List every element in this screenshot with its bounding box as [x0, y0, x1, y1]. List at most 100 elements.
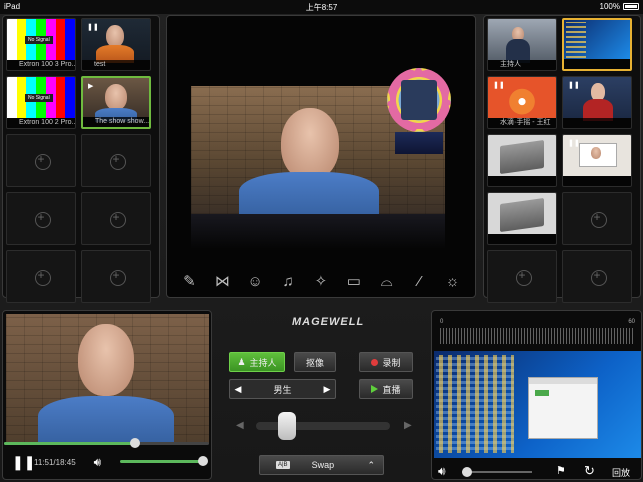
brand-logo: MAGEWELL	[292, 316, 365, 328]
battery-percent: 100%	[599, 2, 620, 11]
status-right: 100%	[600, 2, 639, 11]
pause-icon[interactable]: ❚❚	[568, 81, 580, 89]
effects-toolbar: ✎ ⋈ ☺ ♫ ✧ ▭ ⌓ ⁄ ☼	[167, 267, 475, 297]
hat-icon[interactable]: ⌓	[377, 272, 397, 292]
brush-icon[interactable]: ✎	[179, 272, 199, 292]
add-source-slot[interactable]	[562, 192, 632, 245]
status-bar: iPad 上午8:57 100%	[0, 0, 643, 14]
volume-icon[interactable]: 🔊︎	[438, 464, 446, 479]
timeline-ruler[interactable]: 0 60	[440, 319, 635, 349]
add-source-slot[interactable]	[6, 250, 76, 303]
add-source-slot[interactable]	[81, 192, 151, 245]
play-icon[interactable]: ▶	[88, 82, 93, 90]
wand-icon[interactable]: ⁄	[410, 272, 430, 292]
playback-time: 11:51/18:45	[34, 457, 76, 467]
desktop-icons	[436, 355, 514, 453]
source-label	[563, 118, 631, 128]
source-tile[interactable]: 主持人	[487, 18, 557, 71]
source-tile[interactable]: ❚❚	[562, 76, 632, 129]
music-icon[interactable]: ♫	[278, 272, 298, 292]
person-face	[105, 84, 127, 110]
brightness-icon[interactable]: ☼	[442, 272, 462, 292]
pause-icon[interactable]: ❚❚	[12, 454, 35, 471]
flag-icon[interactable]: ⚑	[556, 464, 566, 477]
volume-handle[interactable]	[198, 456, 209, 466]
no-signal-label: No Signal	[25, 36, 53, 44]
swap-button[interactable]: A|B Swap ⌃	[259, 455, 384, 475]
volume-icon[interactable]: 🔊︎	[94, 455, 102, 470]
pause-icon[interactable]: ❚❚	[493, 81, 505, 89]
source-label: test	[82, 60, 150, 70]
add-source-slot[interactable]	[6, 134, 76, 187]
transition-handle[interactable]	[278, 412, 296, 440]
transition-icon[interactable]: ⋈	[212, 272, 232, 292]
prev-arrow-icon[interactable]: ◀	[230, 384, 246, 395]
add-source-slot[interactable]	[487, 250, 557, 303]
status-time: 上午8:57	[305, 3, 338, 12]
right-source-grid: 主持人 ❚❚ 水滴·手摇 - 王红 ❚❚ ❚❚ + + +	[487, 18, 632, 303]
person-shirt	[239, 172, 379, 214]
source-tile[interactable]: ❚❚ 水滴·手摇 - 王红	[487, 76, 557, 129]
record-icon	[371, 358, 379, 366]
source-label	[488, 176, 556, 186]
left-player-video[interactable]	[6, 314, 209, 444]
source-tile[interactable]: ❚❚	[562, 134, 632, 187]
seek-progress	[4, 442, 136, 445]
person-face	[78, 324, 134, 396]
seek-bar[interactable]	[4, 438, 209, 448]
transition-slider[interactable]	[256, 412, 390, 440]
emoji-icon[interactable]: ☺	[245, 272, 265, 292]
source-label: Extron 100 2 Pro...	[7, 118, 75, 128]
add-source-slot[interactable]	[81, 134, 151, 187]
source-tile[interactable]	[487, 134, 557, 187]
voice-value: 男生	[273, 384, 292, 395]
no-signal-label: No Signal	[25, 94, 53, 102]
replay-icon[interactable]: ↻	[584, 463, 595, 479]
screen-capture-video[interactable]	[434, 351, 641, 458]
chevron-right-icon: ▶	[404, 420, 412, 431]
subtitle-icon[interactable]: ▭	[344, 272, 364, 292]
volume-slider[interactable]	[462, 467, 532, 477]
left-source-grid: No Signal Extron 100 3 Pro... ❚❚ test No…	[6, 18, 151, 303]
source-tile[interactable]: ❚❚ test	[81, 18, 151, 71]
record-button[interactable]: 录制	[359, 352, 413, 372]
dialog-window	[528, 377, 598, 439]
program-preview[interactable]: ✎ ⋈ ☺ ♫ ✧ ▭ ⌓ ⁄ ☼	[166, 15, 476, 298]
battery-icon	[623, 3, 639, 10]
source-tile-selected[interactable]	[562, 18, 632, 71]
live-icon	[371, 385, 379, 393]
volume-slider[interactable]	[120, 456, 209, 466]
person-shirt	[38, 396, 174, 444]
pause-icon[interactable]: ❚❚	[87, 23, 99, 31]
pause-icon[interactable]: ❚❚	[568, 139, 580, 147]
magic-icon[interactable]: ✧	[311, 272, 331, 292]
source-label: Extron 100 3 Pro...	[7, 60, 75, 70]
person-face	[106, 25, 124, 47]
left-player-controls: ❚❚ 11:51/18:45 🔊︎	[2, 452, 212, 472]
next-arrow-icon[interactable]: ▶	[319, 384, 335, 395]
add-source-slot[interactable]	[562, 250, 632, 303]
right-player: 0 60 🔊︎ ⚑ ↻ 回放	[431, 310, 642, 480]
source-tile-selected[interactable]: ▶ The show show...	[81, 76, 151, 129]
add-source-slot[interactable]	[81, 250, 151, 303]
picture-in-picture-overlay[interactable]	[387, 68, 451, 154]
source-label: The show show...	[83, 117, 149, 127]
ruler-end: 60	[628, 319, 635, 325]
volume-handle[interactable]	[462, 467, 472, 477]
source-tile[interactable]: No Signal Extron 100 3 Pro...	[6, 18, 76, 71]
app-root: { "status_bar": { "device": "iPad", "tim…	[0, 0, 643, 482]
ab-icon: A|B	[276, 461, 290, 469]
voice-selector: ◀ 男生 ▶	[229, 379, 336, 399]
source-label	[488, 234, 556, 244]
source-tile[interactable]: No Signal Extron 100 2 Pro...	[6, 76, 76, 129]
chevron-left-icon: ◀	[236, 420, 244, 431]
source-label: 主持人	[488, 60, 556, 70]
keying-button[interactable]: 抠像	[294, 352, 336, 372]
live-button[interactable]: 直播	[359, 379, 413, 399]
source-label	[563, 176, 631, 186]
add-source-slot[interactable]	[6, 192, 76, 245]
host-button[interactable]: ♟ 主持人	[229, 352, 285, 372]
chevron-up-icon[interactable]: ⌃	[367, 460, 375, 471]
source-tile[interactable]	[487, 192, 557, 245]
replay-label[interactable]: 回放	[612, 466, 630, 479]
